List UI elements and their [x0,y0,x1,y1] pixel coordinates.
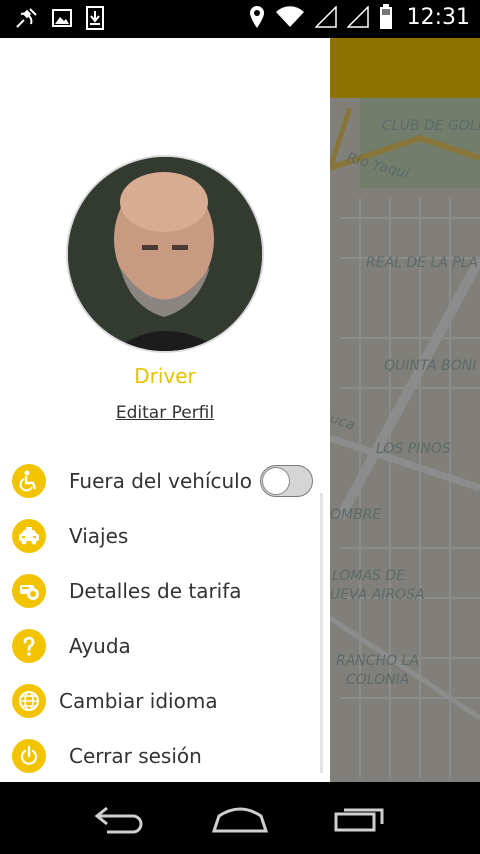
map-label: LOMAS DE [332,568,406,584]
back-icon [94,806,143,834]
fare-icon [12,573,46,608]
help-icon [12,628,46,663]
globe-icon [12,683,46,718]
image-icon [52,8,72,28]
location-icon [249,5,265,29]
map-label: COLONIA [346,672,410,688]
power-icon [12,738,46,773]
map-label: REAL DE LA PLA [366,255,479,271]
download-icon [86,6,104,30]
home-icon [211,807,269,833]
menu-item-change-language[interactable]: Cambiar idioma [0,673,330,728]
battery-icon [379,4,393,30]
signal-icon [314,6,337,28]
driver-name: Driver [134,364,196,388]
map-label: OMBRE [330,507,382,523]
menu-item-trips[interactable]: Viajes [0,508,330,563]
menu-item-label: Cambiar idioma [59,688,218,713]
recents-icon [334,808,384,832]
vehicle-status-toggle[interactable] [260,464,313,497]
recents-button[interactable] [330,802,390,836]
map-label: CLUB DE GOLF [382,118,480,134]
navigation-drawer: Driver Editar Perfil Fuera del vehículo … [0,38,330,782]
taxi-icon [12,518,46,553]
wheelchair-icon [12,463,46,498]
system-nav-bar [0,782,480,854]
menu-item-label: Viajes [69,523,129,548]
map-label: RANCHO LA [336,653,419,669]
menu-item-label: Ayuda [69,633,131,658]
avatar[interactable] [66,155,264,353]
toggle-knob [262,466,290,495]
map-label: UEVA AIROSA [330,587,425,603]
menu-item-offline[interactable]: Fuera del vehículo [0,453,330,508]
edit-profile-link[interactable]: Editar Perfil [0,403,330,423]
menu-item-label: Detalles de tarifa [69,578,242,603]
menu-item-label: Fuera del vehículo [69,468,252,493]
drawer-scrollbar[interactable] [320,493,323,773]
home-button[interactable] [210,802,270,836]
menu-item-label: Cerrar sesión [69,743,202,768]
menu-item-logout[interactable]: Cerrar sesión [0,728,330,783]
back-button[interactable] [90,802,150,836]
status-bar: 12:31 [0,0,480,38]
map-label: LOS PINOS [376,441,451,457]
satellite-icon [14,7,38,29]
clock: 12:31 [406,4,470,30]
map-label: QUINTA BONI [384,358,477,374]
menu-item-fare-details[interactable]: Detalles de tarifa [0,563,330,618]
wifi-icon [275,6,305,28]
signal-icon [346,6,369,28]
menu-item-help[interactable]: Ayuda [0,618,330,673]
